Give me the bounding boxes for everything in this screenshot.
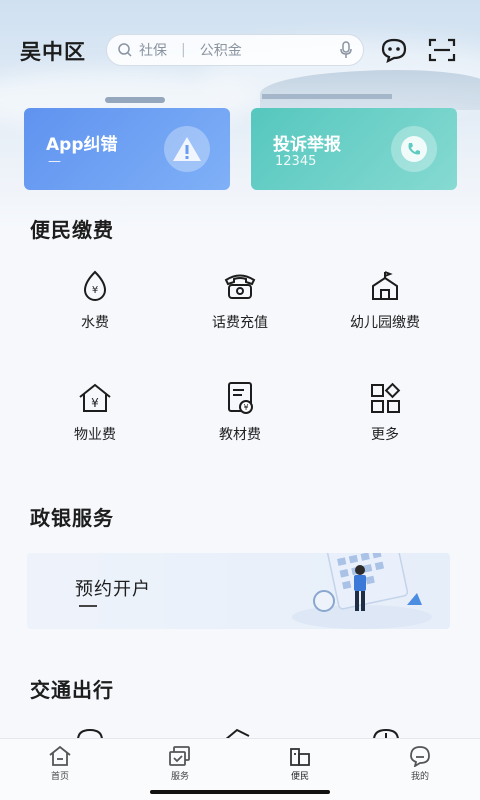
banner-underline [79,605,97,607]
card-subtitle: 12345 [275,154,317,169]
section-title-gov-bank: 政银服务 [30,506,114,530]
nav-label: 我的 [410,772,429,782]
microphone-icon[interactable] [339,41,353,59]
item-label: 教材费 [219,427,261,443]
kindergarten-fee-item[interactable]: 幼儿园缴费 [325,268,445,332]
svg-text:¥: ¥ [243,403,248,412]
home-icon [49,745,71,766]
item-label: 话费充值 [212,315,268,331]
nav-home[interactable]: 首页 [0,739,120,800]
search-hint: 社保 [139,43,167,59]
item-label: 物业费 [74,427,116,443]
top-header: 吴中区 社保 | 公积金 [0,0,480,100]
water-drop-icon: ¥ [83,270,107,301]
item-label: 更多 [371,427,399,443]
appointment-account-banner[interactable]: 预约开户 [27,553,450,629]
card-title: App纠错 [46,135,118,155]
card-subtitle: — [48,154,61,169]
search-icon [118,43,132,57]
textbook-fee-item[interactable]: ¥ 教材费 [180,380,300,444]
district-selector[interactable]: 吴中区 [20,36,86,66]
app-correction-card[interactable]: App纠错 — [24,108,230,190]
search-bar[interactable]: 社保 | 公积金 [106,34,364,66]
telephone-icon [224,274,256,299]
nav-profile[interactable]: 我的 [360,739,480,800]
chat-robot-icon[interactable] [378,36,410,64]
search-hint: 公积金 [199,43,242,59]
convenience-icon [290,748,310,766]
more-grid-icon [371,382,401,413]
home-indicator [150,790,330,794]
section-title-transport: 交通出行 [30,678,114,702]
search-divider: | [181,42,186,58]
property-fee-item[interactable]: ¥ 物业费 [35,380,155,444]
book-yuan-icon: ¥ [228,382,253,414]
svg-text:¥: ¥ [92,285,98,296]
nav-label: 便民 [290,772,309,782]
more-item[interactable]: 更多 [325,380,445,444]
phone-icon [391,126,437,172]
kindergarten-icon [372,271,398,300]
house-yuan-icon: ¥ [79,383,111,412]
item-label: 幼儿园缴费 [350,315,420,331]
nav-label: 服务 [170,772,189,782]
alert-triangle-icon [164,126,210,172]
svg-text:¥: ¥ [91,396,99,410]
calendar-illustration-icon [292,553,432,629]
item-label: 水费 [81,315,109,331]
scan-icon[interactable] [426,36,458,64]
banner-title: 预约开户 [75,579,151,600]
card-title: 投诉举报 [273,135,341,155]
complaint-report-card[interactable]: 投诉举报 12345 [251,108,457,190]
profile-icon [410,746,430,767]
phone-topup-item[interactable]: 话费充值 [180,268,300,332]
nav-label: 首页 [50,772,69,782]
section-title-payment: 便民缴费 [30,218,114,242]
water-fee-item[interactable]: ¥ 水费 [35,268,155,332]
service-icon [169,746,190,766]
